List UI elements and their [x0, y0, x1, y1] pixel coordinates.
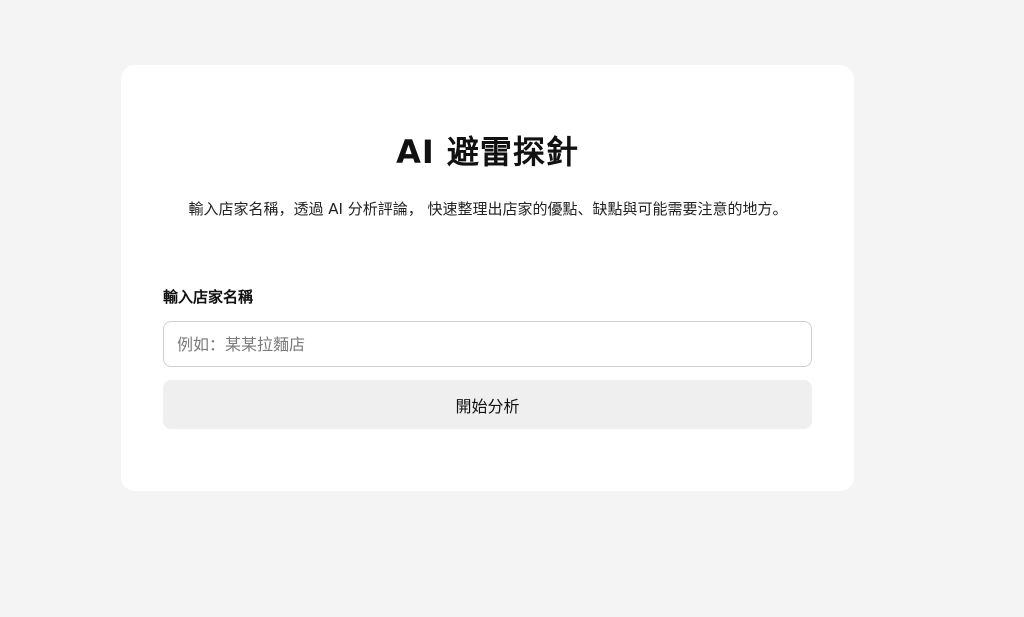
main-card: AI 避雷探針 輸入店家名稱，透過 AI 分析評論， 快速整理出店家的優點、缺點… [121, 65, 854, 491]
store-name-label: 輸入店家名稱 [163, 288, 254, 306]
store-name-input[interactable] [163, 321, 812, 367]
start-analysis-button[interactable]: 開始分析 [163, 380, 812, 429]
page-title: AI 避雷探針 [396, 133, 579, 171]
page-description: 輸入店家名稱，透過 AI 分析評論， 快速整理出店家的優點、缺點與可能需要注意的… [188, 200, 788, 218]
